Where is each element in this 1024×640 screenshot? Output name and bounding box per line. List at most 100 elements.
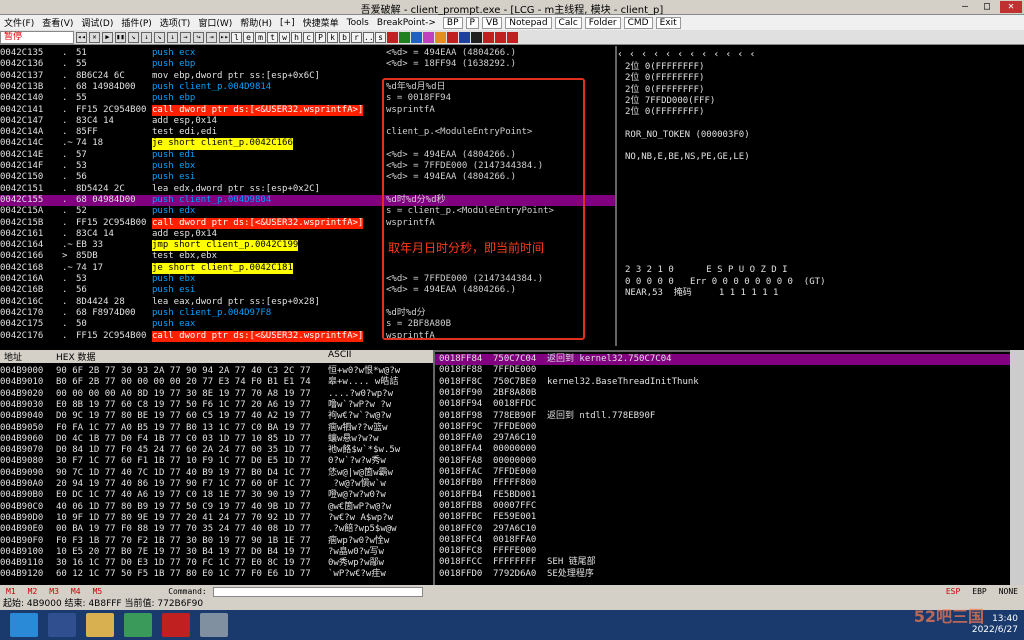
registers-pane[interactable]: ‹ ‹ ‹ ‹ ‹ ‹ ‹ ‹ ‹ ‹ ‹ ‹ 2位 0(FFFFFFFF) 2位… bbox=[615, 46, 1024, 346]
plugin-icon[interactable] bbox=[387, 31, 398, 43]
dump-col-ascii[interactable]: ASCII bbox=[328, 350, 351, 360]
stack-row[interactable]: 0018FF94 0018FFDC bbox=[435, 399, 1010, 410]
window-button[interactable]: P bbox=[315, 31, 326, 43]
tool-button[interactable]: Exit bbox=[655, 16, 681, 29]
register-row[interactable]: 2位 0(FFFFFFFF) bbox=[625, 107, 704, 118]
menu-item[interactable]: 窗口(W) bbox=[194, 16, 236, 29]
window-button[interactable]: b bbox=[339, 31, 350, 43]
explorer-icon[interactable] bbox=[86, 613, 114, 637]
dump-col-address[interactable]: 地址 bbox=[4, 350, 22, 363]
toolbar-button[interactable]: ↪ bbox=[193, 31, 204, 43]
stack-scrollbar[interactable] bbox=[1010, 350, 1024, 585]
command-input[interactable] bbox=[212, 586, 423, 597]
stack-mode[interactable]: NONE bbox=[993, 587, 1024, 596]
stack-row[interactable]: 0018FFD0 7792D6A0 SE处理程序 bbox=[435, 569, 1010, 580]
register-row[interactable]: ROR_NO_TOKEN (000003F0) bbox=[625, 130, 750, 141]
plugin-icon[interactable] bbox=[423, 31, 434, 43]
plugin-icon[interactable] bbox=[411, 31, 422, 43]
register-row[interactable]: 2位 0(FFFFFFFF) bbox=[625, 73, 704, 84]
stack-row[interactable]: 0018FFAC 7FFDE000 bbox=[435, 467, 1010, 478]
stack-row[interactable]: 0018FFB4 FE5BD001 bbox=[435, 490, 1010, 501]
stack-row[interactable]: 0018FF90 2BF8A80B bbox=[435, 388, 1010, 399]
memory-tab[interactable]: M2 bbox=[22, 587, 44, 596]
menu-item[interactable]: 帮助(H) bbox=[236, 16, 276, 29]
toolbar-button[interactable]: → bbox=[180, 31, 191, 43]
stack-row[interactable]: 0018FFA0 297A6C10 bbox=[435, 433, 1010, 444]
stack-row[interactable]: 0018FFB0 FFFFF800 bbox=[435, 478, 1010, 489]
stack-row[interactable]: 0018FFB8 00007FFC bbox=[435, 501, 1010, 512]
tool-button[interactable]: Notepad bbox=[505, 16, 552, 29]
plugin-icon[interactable] bbox=[507, 31, 518, 43]
register-row[interactable]: 2位 0(FFFFFFFF) bbox=[625, 62, 704, 73]
toolbar-button[interactable]: ✕ bbox=[89, 31, 100, 43]
menu-item[interactable]: 插件(P) bbox=[117, 16, 155, 29]
dump-row[interactable]: 004B9040 D0 9C 19 77 80 BE 19 77 60 C5 19… bbox=[0, 411, 433, 422]
plugin-icon[interactable] bbox=[483, 31, 494, 43]
maximize-button[interactable]: □ bbox=[976, 1, 998, 13]
register-nav-arrows[interactable]: ‹ ‹ ‹ ‹ ‹ ‹ ‹ ‹ ‹ ‹ ‹ ‹ bbox=[617, 49, 1024, 60]
menu-item[interactable]: 选项(T) bbox=[156, 16, 195, 29]
tool-button[interactable]: Folder bbox=[584, 16, 621, 29]
register-row[interactable]: 2位 7FFDD000(FFF) bbox=[625, 96, 715, 107]
menu-item[interactable]: 文件(F) bbox=[0, 16, 38, 29]
window-button[interactable]: h bbox=[291, 31, 302, 43]
toolbar-button[interactable]: ▸▸ bbox=[219, 31, 230, 43]
plugin-icon[interactable] bbox=[399, 31, 410, 43]
tool-button[interactable]: Calc bbox=[554, 16, 582, 29]
stack-row[interactable]: 0018FFC8 FFFFE000 bbox=[435, 546, 1010, 557]
stack-row[interactable]: 0018FFBC FE59E001 bbox=[435, 512, 1010, 523]
toolbar-button[interactable]: ↓ bbox=[167, 31, 178, 43]
register-row[interactable]: NO,NB,E,BE,NS,PE,GE,LE) bbox=[625, 152, 750, 163]
dump-row[interactable]: 004B9030 E0 8B 19 77 60 C8 19 77 50 F6 1C… bbox=[0, 400, 433, 411]
minimize-button[interactable]: — bbox=[954, 1, 976, 13]
dump-row[interactable]: 004B9120 60 12 1C 77 50 F5 1B 77 80 E0 1C… bbox=[0, 569, 433, 580]
stack-mode[interactable]: EBP bbox=[966, 587, 992, 596]
window-button[interactable]: m bbox=[255, 31, 266, 43]
dump-row[interactable]: 004B9020 00 00 00 00 A0 8D 19 77 30 8E 19… bbox=[0, 389, 433, 400]
menu-item[interactable]: [+] bbox=[276, 18, 299, 28]
disasm-row[interactable]: 0042C136. 55 push ebp <%d> = 18FF94 (163829… bbox=[0, 59, 615, 70]
menu-item[interactable]: BreakPoint-> bbox=[373, 18, 440, 28]
window-button[interactable]: c bbox=[303, 31, 314, 43]
toolbar-button[interactable]: ▮▮ bbox=[115, 31, 126, 43]
menu-item[interactable]: 快捷菜单 bbox=[299, 16, 343, 29]
stack-row[interactable]: 0018FF88 7FFDE000 bbox=[435, 365, 1010, 376]
stack-row[interactable]: 0018FFA4 00000000 bbox=[435, 444, 1010, 455]
register-row[interactable]: 2 3 2 1 0 E S P U O Z D I bbox=[625, 265, 788, 276]
plugin-icon[interactable] bbox=[495, 31, 506, 43]
window-button[interactable]: k bbox=[327, 31, 338, 43]
menu-item[interactable]: Tools bbox=[343, 18, 373, 28]
dump-row[interactable]: 004B90A0 20 94 19 77 40 86 19 77 90 F7 1C… bbox=[0, 479, 433, 490]
stack-row[interactable]: 0018FFA8 00000000 bbox=[435, 456, 1010, 467]
dump-row[interactable]: 004B9000 90 6F 2B 77 30 93 2A 77 90 94 2A… bbox=[0, 366, 433, 377]
plugin-icon[interactable] bbox=[459, 31, 470, 43]
dump-col-hex[interactable]: HEX 数据 bbox=[56, 350, 95, 363]
stack-row[interactable]: 0018FF8C 750C7BE0 kernel32.BaseThreadInitT… bbox=[435, 377, 1010, 388]
memory-tab[interactable]: M3 bbox=[43, 587, 65, 596]
register-row[interactable]: 2位 0(FFFFFFFF) bbox=[625, 85, 704, 96]
stack-row[interactable]: 0018FFC0 297A6C10 bbox=[435, 524, 1010, 535]
memory-tab[interactable]: M5 bbox=[87, 587, 109, 596]
network-icon[interactable] bbox=[124, 613, 152, 637]
toolbar-button[interactable]: ↘ bbox=[154, 31, 165, 43]
stack-row[interactable]: 0018FFCC FFFFFFFF SEH 链尾部 bbox=[435, 557, 1010, 568]
tool-button[interactable]: BP bbox=[442, 16, 463, 29]
memory-dump-pane[interactable]: 004B9000 90 6F 2B 77 30 93 2A 77 90 94 2A… bbox=[0, 350, 433, 585]
dump-row[interactable]: 004B90F0 F0 F3 1B 77 70 F2 1B 77 30 B0 19… bbox=[0, 536, 433, 547]
toolbar-button[interactable]: ▶ bbox=[102, 31, 113, 43]
window-button[interactable]: e bbox=[243, 31, 254, 43]
stack-pane[interactable]: 0018FF84 750C7C04 返回到 kernel32.750C7C04 001… bbox=[433, 350, 1024, 585]
tool-button[interactable]: VB bbox=[481, 16, 503, 29]
register-row[interactable]: 0 0 0 0 0 Err 0 0 0 0 0 0 0 0 (GT) bbox=[625, 277, 825, 288]
dump-row[interactable]: 004B9110 30 16 1C 77 D0 E3 1D 77 70 FC 1C… bbox=[0, 558, 433, 569]
window-button[interactable]: w bbox=[279, 31, 290, 43]
menu-item[interactable]: 查看(V) bbox=[38, 16, 77, 29]
stack-row[interactable]: 0018FF98 778EB90F 返回到 ntdll.778EB90F bbox=[435, 411, 1010, 422]
stack-row[interactable]: 0018FF84 750C7C04 返回到 kernel32.750C7C04 bbox=[435, 354, 1010, 366]
close-button[interactable]: ✕ bbox=[1000, 1, 1022, 13]
memory-tab[interactable]: M4 bbox=[65, 587, 87, 596]
stack-mode[interactable]: ESP bbox=[940, 587, 966, 596]
dump-row[interactable]: 004B9100 10 E5 20 77 B0 7E 19 77 30 B4 19… bbox=[0, 547, 433, 558]
window-button[interactable]: t bbox=[267, 31, 278, 43]
window-button[interactable]: r bbox=[351, 31, 362, 43]
